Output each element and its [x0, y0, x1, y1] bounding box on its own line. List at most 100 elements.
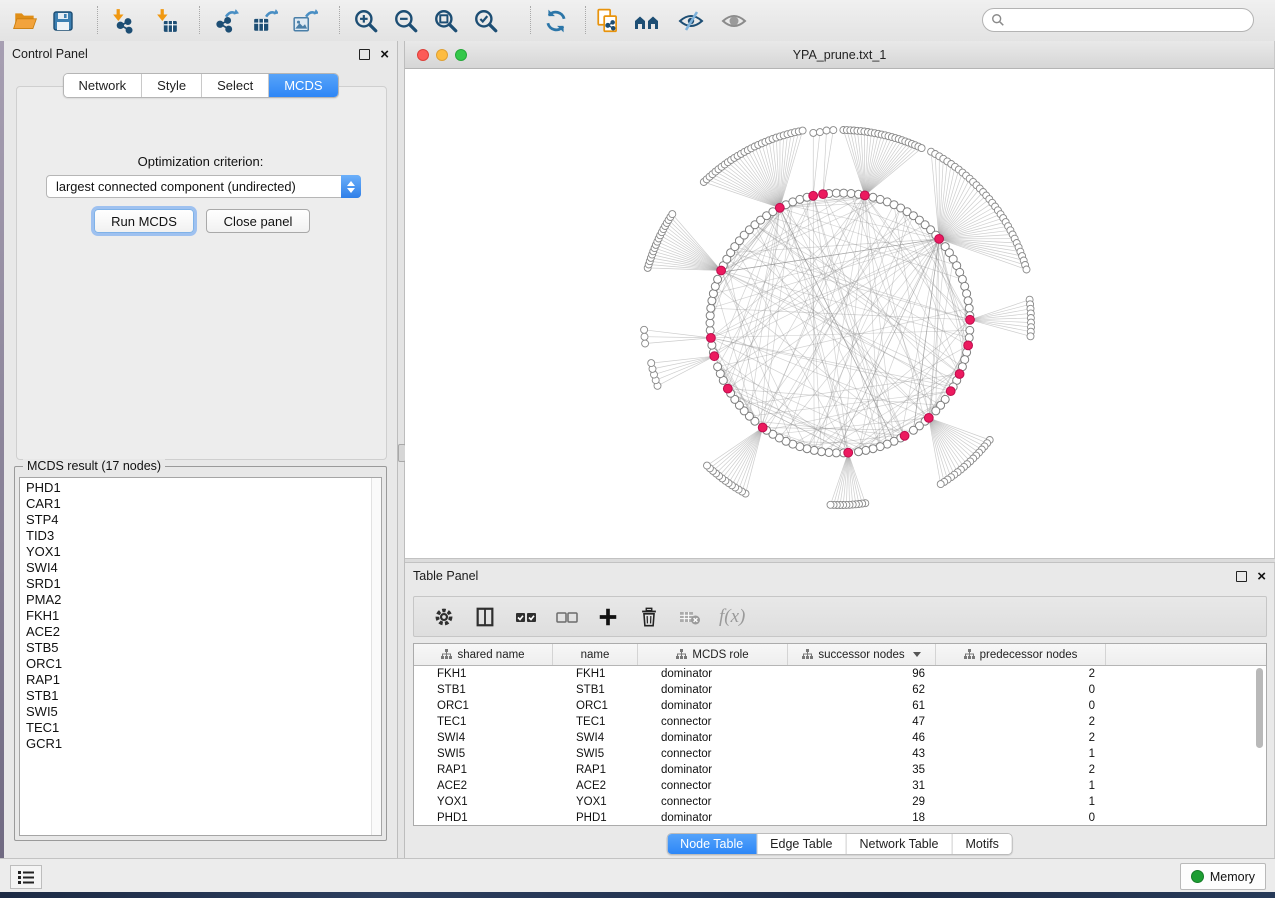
mcds-result-item[interactable]: CAR1 [26, 496, 381, 512]
import-network-icon[interactable] [108, 7, 136, 35]
mcds-scrollbar[interactable] [371, 478, 381, 835]
mcds-result-item[interactable]: STB5 [26, 640, 381, 656]
table-row[interactable]: RAP1RAP1dominator352 [414, 762, 1266, 778]
mcds-result-item[interactable]: TID3 [26, 528, 381, 544]
clone-network-icon[interactable] [594, 7, 622, 35]
table-row[interactable]: PHD1PHD1dominator180 [414, 810, 1266, 826]
mcds-result-item[interactable]: TEC1 [26, 720, 381, 736]
network-window-title: YPA_prune.txt_1 [793, 48, 887, 62]
search-box[interactable] [982, 8, 1254, 32]
table-scrollbar[interactable] [1255, 668, 1264, 823]
tab-node-table[interactable]: Node Table [667, 834, 757, 854]
mcds-result-item[interactable]: RAP1 [26, 672, 381, 688]
column-header-name[interactable]: name [553, 644, 638, 665]
table-row[interactable]: SWI4SWI4dominator462 [414, 730, 1266, 746]
mcds-result-item[interactable]: YOX1 [26, 544, 381, 560]
table-cell: connector [638, 796, 788, 808]
minimize-traffic-light[interactable] [436, 49, 448, 61]
zoom-selected-icon[interactable] [472, 7, 500, 35]
mcds-result-item[interactable]: ORC1 [26, 656, 381, 672]
open-file-icon[interactable] [11, 7, 39, 35]
run-mcds-button[interactable]: Run MCDS [94, 209, 194, 233]
table-settings-icon[interactable] [432, 605, 456, 629]
table-cell: STB1 [553, 684, 638, 696]
table-cell: FKH1 [414, 668, 553, 680]
zoom-fit-icon[interactable] [432, 7, 460, 35]
tab-select[interactable]: Select [202, 74, 269, 97]
table-cell: 31 [788, 780, 936, 792]
show-columns-icon[interactable] [473, 605, 497, 629]
first-neighbors-icon[interactable] [634, 7, 662, 35]
mcds-result-item[interactable]: STP4 [26, 512, 381, 528]
maximize-traffic-light[interactable] [455, 49, 467, 61]
table-row[interactable]: TEC1TEC1connector472 [414, 714, 1266, 730]
table-cell: ORC1 [414, 700, 553, 712]
add-column-icon[interactable] [596, 605, 620, 629]
node-table[interactable]: shared namenameMCDS rolesuccessor nodesp… [413, 643, 1267, 826]
memory-button[interactable]: Memory [1180, 863, 1266, 890]
table-row[interactable]: FKH1FKH1dominator962 [414, 666, 1266, 682]
table-cell: 2 [936, 764, 1106, 776]
network-canvas[interactable] [405, 69, 1273, 558]
table-cell: 2 [936, 716, 1106, 728]
mcds-result-item[interactable]: PHD1 [26, 480, 381, 496]
export-network-icon[interactable] [212, 7, 240, 35]
save-session-icon[interactable] [49, 7, 77, 35]
optimization-select[interactable]: largest connected component (undirected) [46, 175, 361, 198]
tab-motifs[interactable]: Motifs [952, 834, 1011, 854]
export-table-icon[interactable] [251, 7, 279, 35]
close-panel-icon[interactable]: × [1257, 572, 1266, 581]
table-cell: connector [638, 716, 788, 728]
float-window-icon[interactable] [1236, 571, 1247, 582]
column-header-successor-nodes[interactable]: successor nodes [788, 644, 936, 665]
table-scrollbar-thumb[interactable] [1256, 668, 1263, 748]
tab-network-table[interactable]: Network Table [847, 834, 953, 854]
mcds-result-item[interactable]: FKH1 [26, 608, 381, 624]
task-history-button[interactable] [10, 865, 42, 889]
tab-edge-table[interactable]: Edge Table [757, 834, 846, 854]
close-panel-button[interactable]: Close panel [206, 209, 310, 233]
delete-columns-icon[interactable] [637, 605, 661, 629]
import-table-icon[interactable] [152, 7, 180, 35]
mcds-result-item[interactable]: SWI4 [26, 560, 381, 576]
toolbar-separator [585, 6, 586, 34]
search-input[interactable] [1010, 12, 1245, 29]
network-window-titlebar[interactable]: YPA_prune.txt_1 [405, 41, 1274, 69]
table-row[interactable]: STB1STB1dominator620 [414, 682, 1266, 698]
show-all-icon[interactable] [720, 7, 748, 35]
mcds-result-listbox[interactable]: PHD1CAR1STP4TID3YOX1SWI4SRD1PMA2FKH1ACE2… [19, 477, 382, 836]
close-traffic-light[interactable] [417, 49, 429, 61]
tab-mcds[interactable]: MCDS [269, 74, 337, 97]
table-row[interactable]: ORC1ORC1dominator610 [414, 698, 1266, 714]
tab-style[interactable]: Style [142, 74, 202, 97]
tab-network[interactable]: Network [63, 74, 142, 97]
table-cell: PHD1 [553, 812, 638, 824]
mcds-result-item[interactable]: GCR1 [26, 736, 381, 752]
zoom-in-icon[interactable] [352, 7, 380, 35]
mcds-result-item[interactable]: ACE2 [26, 624, 381, 640]
deselect-all-icon[interactable] [555, 605, 579, 629]
close-panel-icon[interactable]: × [380, 50, 389, 59]
hide-selected-icon[interactable] [677, 7, 705, 35]
column-header-predecessor-nodes[interactable]: predecessor nodes [936, 644, 1106, 665]
table-cell: ACE2 [553, 780, 638, 792]
column-header-shared-name[interactable]: shared name [414, 644, 553, 665]
refresh-view-icon[interactable] [542, 7, 570, 35]
export-image-icon[interactable] [291, 7, 319, 35]
select-all-icon[interactable] [514, 605, 538, 629]
table-cell: YOX1 [414, 796, 553, 808]
mcds-result-item[interactable]: SRD1 [26, 576, 381, 592]
apply-function-icon: f(x) [719, 606, 745, 628]
table-cell: FKH1 [553, 668, 638, 680]
table-cell: 0 [936, 684, 1106, 696]
table-row[interactable]: SWI5SWI5connector431 [414, 746, 1266, 762]
mcds-result-item[interactable]: PMA2 [26, 592, 381, 608]
float-window-icon[interactable] [359, 49, 370, 60]
mcds-result-item[interactable]: SWI5 [26, 704, 381, 720]
column-header-MCDS-role[interactable]: MCDS role [638, 644, 788, 665]
zoom-out-icon[interactable] [392, 7, 420, 35]
table-cell: 46 [788, 732, 936, 744]
table-row[interactable]: ACE2ACE2connector311 [414, 778, 1266, 794]
table-row[interactable]: YOX1YOX1connector291 [414, 794, 1266, 810]
mcds-result-item[interactable]: STB1 [26, 688, 381, 704]
